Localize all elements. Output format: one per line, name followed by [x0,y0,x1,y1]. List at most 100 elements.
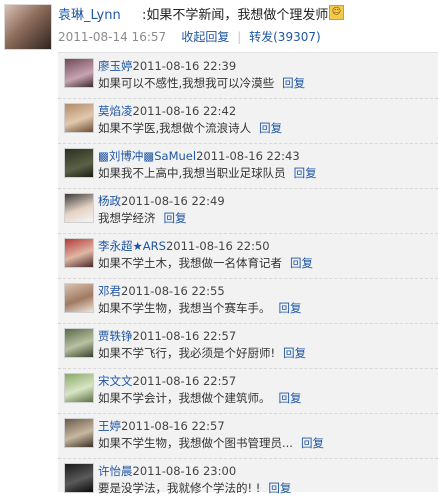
comment-list: 廖玉婷2011-08-16 22:39 如果可以不感性,我想我可以冷漠些 回复 莫… [58,52,438,495]
comment-body: 如果不学飞行，我必须是个好厨师! 回复 [98,345,306,361]
commenter-header: 李永超★ARS2011-08-16 22:50 [98,238,270,254]
comment-text: 如果可以不感性,我想我可以冷漠些 [98,76,275,90]
comment-item: 贾轶铮2011-08-16 22:57 如果不学飞行，我必须是个好厨师! 回复 [58,325,438,369]
comment-text: 我想学经济 [98,211,156,225]
commenter-avatar[interactable] [64,238,94,268]
divider [58,143,438,144]
comment-body: 要是没学法，我就修个学法的! ! 回复 [98,480,291,496]
reply-link[interactable]: 回复 [290,256,313,270]
commenter-header: 莫焰凌2011-08-16 22:42 [98,103,236,119]
comment-item: 王婷2011-08-16 22:57 如果不学生物，我想做个图书管理员... 回复 [58,415,438,459]
commenter-name-link[interactable]: 王婷 [98,419,121,433]
commenter-header: 王婷2011-08-16 22:57 [98,418,225,434]
commenter-name-link[interactable]: 许怡晨 [98,464,133,478]
comment-time: 2011-08-16 22:57 [132,329,237,343]
comment-body: 如果不学土木，我想做一名体育记者 回复 [98,255,313,271]
weibo-post: 袁琳_Lynn :如果不学新闻，我想做个理发师。 ☺ 2011-08-14 16… [0,0,439,56]
commenter-header: 宋文文2011-08-16 22:57 [98,373,236,389]
divider [58,368,438,369]
author-avatar[interactable] [4,4,52,50]
commenter-name-link[interactable]: ▩刘博冲▩SaMuel [98,149,196,163]
comment-text: 如果不学医,我想做个流浪诗人 [98,121,252,135]
reply-link[interactable]: 回复 [164,211,187,225]
comment-body: 如果不学生物，我想做个图书管理员... 回复 [98,435,324,451]
comment-text: 如果我不上高中,我想当职业足球队员 [98,166,286,180]
commenter-avatar[interactable] [64,103,94,133]
comment-time: 2011-08-16 22:55 [121,284,225,298]
reply-link[interactable]: 回复 [301,436,324,450]
commenter-header: ▩刘博冲▩SaMuel2011-08-16 22:43 [98,148,300,164]
comment-body: 如果可以不感性,我想我可以冷漠些 回复 [98,75,305,91]
comment-item: 杨政2011-08-16 22:49 我想学经济 回复 [58,190,438,234]
post-meta: 2011-08-14 16:57 收起回复 | 转发(39307) [58,28,321,45]
comment-time: 2011-08-16 22:57 [121,419,225,433]
commenter-header: 廖玉婷2011-08-16 22:39 [98,58,236,74]
comment-item: ▩刘博冲▩SaMuel2011-08-16 22:43 如果我不上高中,我想当职… [58,145,438,189]
divider [58,413,438,414]
commenter-header: 邓君2011-08-16 22:55 [98,283,225,299]
comment-body: 如果不学医,我想做个流浪诗人 回复 [98,120,282,136]
reply-link[interactable]: 回复 [279,391,302,405]
collapse-replies-link[interactable]: 收起回复 [181,30,229,44]
commenter-avatar[interactable] [64,463,94,493]
commenter-avatar[interactable] [64,418,94,448]
commenter-name-link[interactable]: 邓君 [98,284,121,298]
comment-text: 要是没学法，我就修个学法的! ! [98,481,261,495]
comment-time: 2011-08-16 22:42 [132,104,237,118]
commenter-header: 贾轶铮2011-08-16 22:57 [98,328,236,344]
commenter-avatar[interactable] [64,193,94,223]
comment-text: 如果不学会计，我想做个建筑师。 [98,391,271,405]
comment-item: 莫焰凌2011-08-16 22:42 如果不学医,我想做个流浪诗人 回复 [58,100,438,144]
comment-text: 如果不学土木，我想做一名体育记者 [98,256,282,270]
comment-time: 2011-08-16 22:49 [121,194,225,208]
comment-time: 2011-08-16 22:57 [132,374,237,388]
comment-time: 2011-08-16 22:43 [196,149,300,163]
commenter-name-link[interactable]: 杨政 [98,194,121,208]
comment-item: 邓君2011-08-16 22:55 如果不学生物，我想当个赛车手。 回复 [58,280,438,324]
smiley-emoji-icon: ☺ [329,5,344,20]
comment-time: 2011-08-16 22:50 [165,239,270,253]
commenter-avatar[interactable] [64,328,94,358]
divider [58,233,438,234]
post-timestamp: 2011-08-14 16:57 [58,30,167,44]
post-text: :如果不学新闻，我想做个理发师。 [142,8,342,23]
commenter-name-link[interactable]: 李永超★ARS [98,239,166,253]
reply-link[interactable]: 回复 [279,301,302,315]
post-author-link[interactable]: 袁琳_Lynn [58,4,121,23]
comment-item: 宋文文2011-08-16 22:57 如果不学会计，我想做个建筑师。 回复 [58,370,438,414]
comment-body: 我想学经济 回复 [98,210,187,226]
commenter-name-link[interactable]: 廖玉婷 [98,59,133,73]
comment-body: 如果我不上高中,我想当职业足球队员 回复 [98,165,317,181]
commenter-name-link[interactable]: 宋文文 [98,374,133,388]
commenter-avatar[interactable] [64,148,94,178]
reply-link[interactable]: 回复 [294,166,317,180]
commenter-avatar[interactable] [64,58,94,88]
divider [58,323,438,324]
comment-text: 如果不学飞行，我必须是个好厨师! [98,346,276,360]
divider [58,188,438,189]
divider [58,278,438,279]
comment-time: 2011-08-16 23:00 [132,464,237,478]
comment-body: 如果不学会计，我想做个建筑师。 回复 [98,390,302,406]
reply-link[interactable]: 回复 [259,121,282,135]
repost-link[interactable]: 转发(39307) [249,30,321,44]
commenter-avatar[interactable] [64,283,94,313]
commenter-avatar[interactable] [64,373,94,403]
divider [58,458,438,459]
reply-link[interactable]: 回复 [283,346,306,360]
commenter-name-link[interactable]: 贾轶铮 [98,329,133,343]
reply-link[interactable]: 回复 [282,76,305,90]
comment-text: 如果不学生物，我想当个赛车手。 [98,301,271,315]
comment-time: 2011-08-16 22:39 [132,59,237,73]
commenter-header: 杨政2011-08-16 22:49 [98,193,225,209]
reply-link[interactable]: 回复 [268,481,291,495]
meta-separator: | [237,30,242,44]
divider [58,98,438,99]
commenter-name-link[interactable]: 莫焰凌 [98,104,133,118]
comment-item: 许怡晨2011-08-16 23:00 要是没学法，我就修个学法的! ! 回复 [58,460,438,504]
comment-text: 如果不学生物，我想做个图书管理员... [98,436,293,450]
commenter-header: 许怡晨2011-08-16 23:00 [98,463,236,479]
comment-item: 廖玉婷2011-08-16 22:39 如果可以不感性,我想我可以冷漠些 回复 [58,55,438,99]
comment-body: 如果不学生物，我想当个赛车手。 回复 [98,300,302,316]
comment-item: 李永超★ARS2011-08-16 22:50 如果不学土木，我想做一名体育记者… [58,235,438,279]
